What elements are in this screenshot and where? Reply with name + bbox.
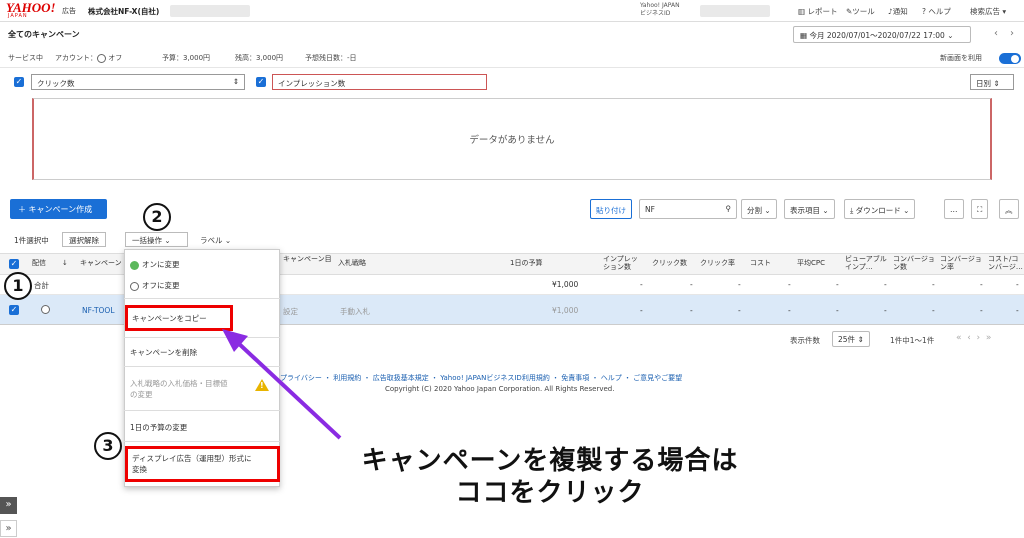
expand-panel-icon-2[interactable]: » bbox=[0, 520, 17, 537]
expand-panel-icon[interactable]: » bbox=[0, 497, 17, 514]
annotation-text-line2: ココをクリック bbox=[455, 478, 645, 508]
